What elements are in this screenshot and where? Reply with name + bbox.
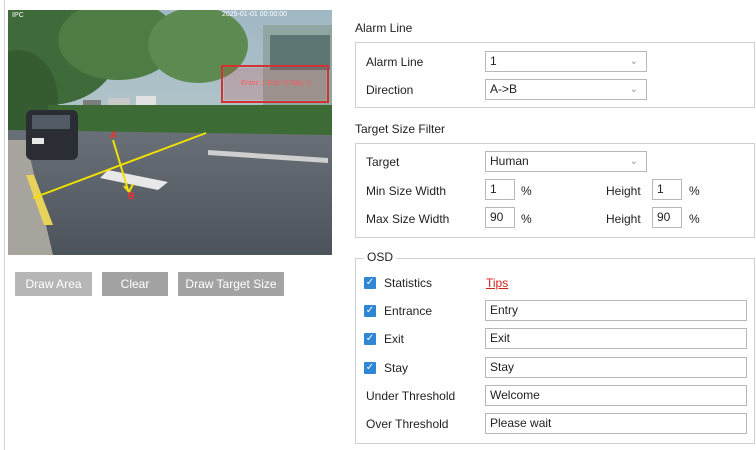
max-width-unit: %	[521, 212, 532, 226]
draw-target-size-button[interactable]: Draw Target Size	[178, 272, 284, 296]
draw-area-button[interactable]: Draw Area	[15, 272, 92, 296]
chevron-down-icon: ⌄	[629, 84, 638, 95]
min-width-unit: %	[521, 184, 532, 198]
stay-checkbox[interactable]: ✓	[364, 362, 376, 374]
alarm-line-select-value: 1	[490, 54, 497, 68]
chevron-down-icon: ⌄	[629, 56, 638, 67]
stay-text-input[interactable]: Stay	[485, 357, 747, 378]
target-size-filter-title: Target Size Filter	[355, 122, 446, 136]
over-threshold-label: Over Threshold	[366, 417, 449, 431]
min-size-width-label: Min Size Width	[366, 184, 447, 198]
chevron-down-icon: ⌄	[629, 156, 638, 167]
check-icon: ✓	[365, 305, 375, 316]
video-preview[interactable]: IPC 2025-01-01 00:00:00 Enter: 1 Exit: 0…	[8, 10, 332, 255]
max-height-unit: %	[689, 212, 700, 226]
check-icon: ✓	[365, 333, 375, 344]
alarm-point-b-label: B	[128, 191, 135, 201]
statistics-label: Statistics	[384, 276, 433, 290]
video-overlay-count: Enter: 1 Exit: 0 Stay: 1	[241, 80, 311, 87]
direction-select[interactable]: A->B ⌄	[485, 79, 647, 100]
target-select[interactable]: Human ⌄	[485, 151, 647, 172]
statistics-checkbox[interactable]: ✓	[364, 277, 376, 289]
alarm-line-title: Alarm Line	[355, 21, 413, 35]
max-size-height-label: Height	[606, 212, 641, 226]
osd-title: OSD	[364, 250, 397, 264]
video-corner-text: IPC	[12, 12, 24, 19]
alarm-line-select[interactable]: 1 ⌄	[485, 51, 647, 72]
stay-label: Stay	[384, 361, 409, 375]
under-threshold-label: Under Threshold	[366, 389, 456, 403]
alarm-point-a-label: A	[110, 130, 117, 140]
min-size-height-label: Height	[606, 184, 641, 198]
panel-border	[4, 0, 5, 450]
check-icon: ✓	[365, 362, 375, 373]
over-threshold-input[interactable]: Please wait	[485, 413, 747, 434]
exit-label: Exit	[384, 332, 405, 346]
min-size-width-input[interactable]: 1	[485, 179, 515, 200]
clear-button[interactable]: Clear	[102, 272, 168, 296]
entrance-checkbox[interactable]: ✓	[364, 305, 376, 317]
direction-label: Direction	[366, 83, 414, 97]
entrance-text-input[interactable]: Entry	[485, 300, 747, 321]
direction-select-value: A->B	[490, 82, 518, 96]
video-scene	[8, 10, 332, 255]
max-size-height-input[interactable]: 90	[652, 207, 682, 228]
exit-text-input[interactable]: Exit	[485, 328, 747, 349]
target-label: Target	[366, 155, 400, 169]
target-select-value: Human	[490, 154, 529, 168]
min-height-unit: %	[689, 184, 700, 198]
under-threshold-input[interactable]: Welcome	[485, 385, 747, 406]
tips-link[interactable]: Tips	[486, 276, 508, 290]
alarm-line-label: Alarm Line	[366, 55, 424, 69]
max-size-width-input[interactable]: 90	[485, 207, 515, 228]
min-size-height-input[interactable]: 1	[652, 179, 682, 200]
max-size-width-label: Max Size Width	[366, 212, 450, 226]
exit-checkbox[interactable]: ✓	[364, 333, 376, 345]
video-timestamp: 2025-01-01 00:00:00	[222, 11, 287, 18]
entrance-label: Entrance	[384, 304, 433, 318]
check-icon: ✓	[365, 277, 375, 288]
